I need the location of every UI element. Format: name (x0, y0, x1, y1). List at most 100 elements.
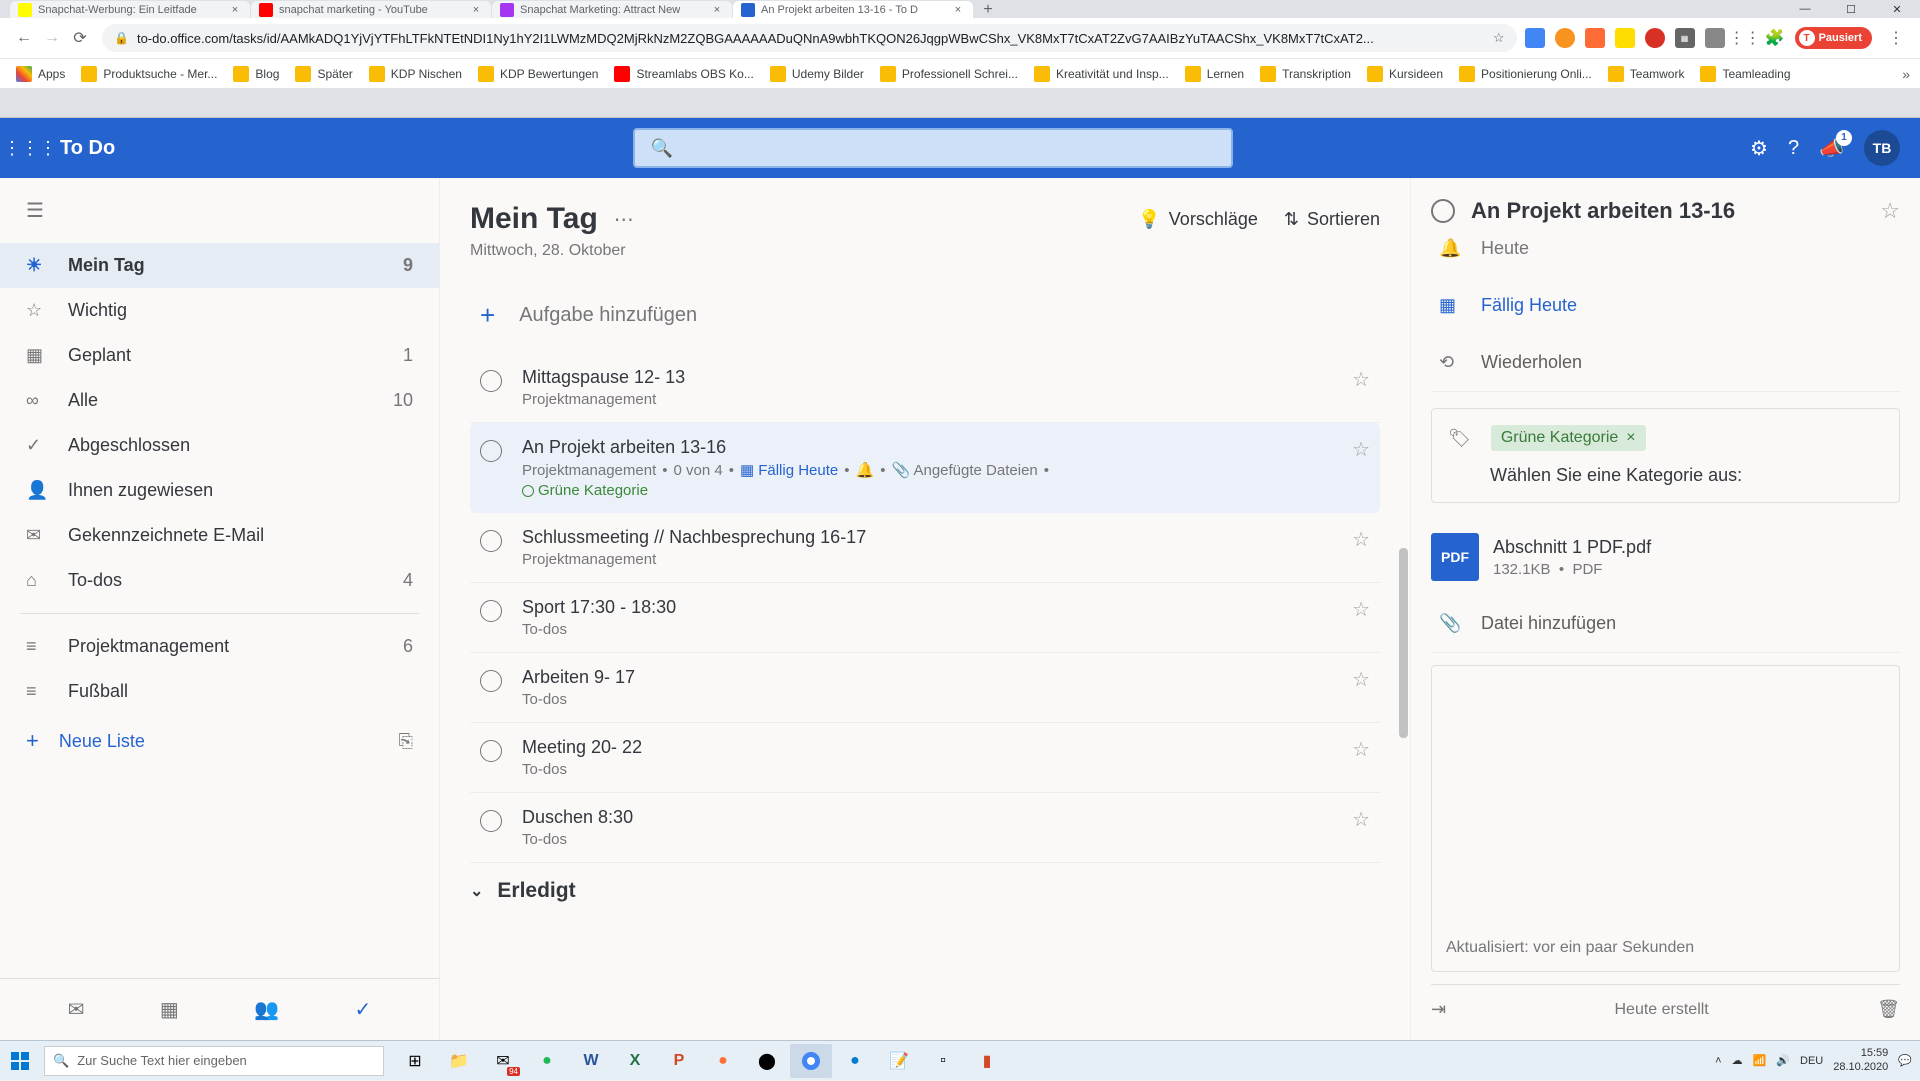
bookmark-item[interactable]: Kursideen (1361, 62, 1449, 86)
bookmark-item[interactable]: Produktsuche - Mer... (75, 62, 223, 86)
star-icon[interactable]: ☆ (1352, 737, 1370, 762)
onedrive-icon[interactable]: ☁ (1732, 1054, 1743, 1067)
firefox-icon[interactable]: ● (702, 1044, 744, 1078)
star-icon[interactable]: ☆ (1352, 807, 1370, 832)
task-item[interactable]: Duschen 8:30To-dos ☆ (470, 793, 1380, 863)
bookmark-item[interactable]: Lernen (1179, 62, 1250, 86)
close-icon[interactable]: × (951, 3, 965, 17)
done-section-header[interactable]: ⌄Erledigt (470, 863, 1380, 919)
taskbar-search[interactable]: 🔍Zur Suche Text hier eingeben (44, 1046, 384, 1076)
help-icon[interactable]: ? (1788, 137, 1799, 160)
suggestions-button[interactable]: 💡Vorschläge (1138, 209, 1257, 230)
bookmark-item[interactable]: Teamleading (1694, 62, 1796, 86)
complete-checkbox[interactable] (480, 810, 502, 832)
megaphone-icon[interactable]: 📣1 (1819, 136, 1844, 161)
bookmark-item[interactable]: KDP Nischen (363, 62, 468, 86)
add-file-button[interactable]: Datei hinzufügen (1481, 613, 1616, 634)
settings-icon[interactable]: ⚙ (1750, 136, 1768, 161)
sidebar-list-projektmanagement[interactable]: ≡Projektmanagement6 (0, 624, 439, 669)
star-icon[interactable]: ☆ (1352, 667, 1370, 692)
complete-checkbox[interactable] (480, 740, 502, 762)
start-button[interactable] (0, 1041, 40, 1081)
star-icon[interactable]: ☆ (1352, 597, 1370, 622)
tab-udemy[interactable]: Snapchat Marketing: Attract New× (492, 1, 732, 18)
explorer-icon[interactable]: 📁 (438, 1044, 480, 1078)
ext-icon[interactable] (1615, 28, 1635, 48)
obs-icon[interactable]: ⬤ (746, 1044, 788, 1078)
task-item[interactable]: An Projekt arbeiten 13-16 Projektmanagem… (470, 423, 1380, 513)
complete-checkbox[interactable] (480, 670, 502, 692)
ext-icon[interactable] (1525, 28, 1545, 48)
excel-icon[interactable]: X (614, 1044, 656, 1078)
browser-menu[interactable]: ⋮ (1882, 24, 1910, 52)
complete-checkbox[interactable] (480, 370, 502, 392)
apps-button[interactable]: Apps (10, 62, 71, 86)
sidebar-item-todos[interactable]: ⌂To-dos4 (0, 558, 439, 603)
language-indicator[interactable]: DEU (1800, 1055, 1823, 1067)
sidebar-item-myday[interactable]: ☀Mein Tag9 (0, 243, 439, 288)
mail-icon[interactable]: ✉ (68, 997, 85, 1022)
powerpoint-icon[interactable]: P (658, 1044, 700, 1078)
task-item[interactable]: Meeting 20- 22To-dos ☆ (470, 723, 1380, 793)
todo-icon[interactable]: ✓ (355, 997, 372, 1022)
sidebar-item-all[interactable]: ∞Alle10 (0, 378, 439, 423)
minimize-button[interactable]: — (1782, 0, 1828, 18)
task-view-icon[interactable]: ⊞ (394, 1044, 436, 1078)
ext-icon[interactable] (1645, 28, 1665, 48)
task-item[interactable]: Schlussmeeting // Nachbesprechung 16-17P… (470, 513, 1380, 583)
bookmark-item[interactable]: Transkription (1254, 62, 1357, 86)
people-icon[interactable]: 👥 (254, 997, 279, 1022)
sidebar-item-planned[interactable]: ▦Geplant1 (0, 333, 439, 378)
complete-checkbox[interactable] (480, 600, 502, 622)
sidebar-list-fussball[interactable]: ≡Fußball (0, 669, 439, 714)
bookmark-item[interactable]: Positionierung Onli... (1453, 62, 1598, 86)
sidebar-item-important[interactable]: ☆Wichtig (0, 288, 439, 333)
close-icon[interactable]: × (710, 3, 724, 17)
hide-detail-icon[interactable]: ⇥ (1431, 999, 1446, 1020)
close-icon[interactable]: × (469, 3, 483, 17)
complete-checkbox[interactable] (1431, 199, 1455, 223)
star-icon[interactable]: ☆ (1352, 367, 1370, 392)
user-profile-badge[interactable]: TPausiert (1795, 27, 1872, 49)
bookmark-item[interactable]: Streamlabs OBS Ko... (608, 62, 759, 86)
repeat-text[interactable]: Wiederholen (1481, 352, 1582, 373)
user-avatar[interactable]: TB (1864, 130, 1900, 166)
category-prompt[interactable]: Wählen Sie eine Kategorie aus: (1490, 465, 1883, 486)
bookmark-item[interactable]: Kreativität und Insp... (1028, 62, 1175, 86)
mail-icon[interactable]: ✉94 (482, 1044, 524, 1078)
new-group-icon[interactable]: ⎘ (399, 731, 413, 752)
task-detail-title[interactable]: An Projekt arbeiten 13-16 (1471, 198, 1864, 224)
star-icon[interactable]: ☆ (1352, 527, 1370, 552)
task-item[interactable]: Sport 17:30 - 18:30To-dos ☆ (470, 583, 1380, 653)
chrome-icon[interactable] (790, 1044, 832, 1078)
ext-icon[interactable]: ▦ (1675, 28, 1695, 48)
sort-button[interactable]: ⇅Sortieren (1284, 209, 1380, 230)
bookmarks-overflow[interactable]: » (1902, 66, 1910, 82)
close-icon[interactable]: × (228, 3, 242, 17)
star-icon[interactable]: ☆ (1352, 437, 1370, 462)
reload-button[interactable]: ⟳ (66, 24, 94, 52)
scrollbar-thumb[interactable] (1399, 548, 1408, 738)
new-tab-button[interactable]: + (974, 1, 1002, 18)
reminder-text[interactable]: Heute (1481, 238, 1529, 259)
star-icon[interactable]: ☆ (1880, 198, 1900, 224)
wifi-icon[interactable]: 📶 (1753, 1054, 1767, 1067)
back-button[interactable]: ← (10, 24, 38, 52)
bookmark-item[interactable]: Udemy Bilder (764, 62, 870, 86)
sidebar-item-assigned[interactable]: 👤Ihnen zugewiesen (0, 468, 439, 513)
volume-icon[interactable]: 🔊 (1776, 1054, 1790, 1067)
bookmark-item[interactable]: Später (289, 62, 358, 86)
more-icon[interactable]: ⋯ (614, 207, 634, 232)
attached-file[interactable]: PDF Abschnitt 1 PDF.pdf 132.1KB • PDF (1431, 519, 1900, 595)
bookmark-item[interactable]: Teamwork (1602, 62, 1691, 86)
clock[interactable]: 15:5928.10.2020 (1833, 1047, 1888, 1073)
app-launcher-icon[interactable]: ⋮⋮⋮ (10, 128, 50, 168)
tray-chevron-icon[interactable]: ˄ (1715, 1055, 1721, 1067)
task-item[interactable]: Mittagspause 12- 13Projektmanagement ☆ (470, 353, 1380, 423)
delete-icon[interactable]: 🗑 (1877, 999, 1900, 1020)
remove-category-icon[interactable]: × (1626, 429, 1635, 447)
edge-icon[interactable]: ● (834, 1044, 876, 1078)
ext-icon[interactable] (1555, 28, 1575, 48)
complete-checkbox[interactable] (480, 530, 502, 552)
add-task-input[interactable]: +Aufgabe hinzufügen (470, 286, 1380, 345)
